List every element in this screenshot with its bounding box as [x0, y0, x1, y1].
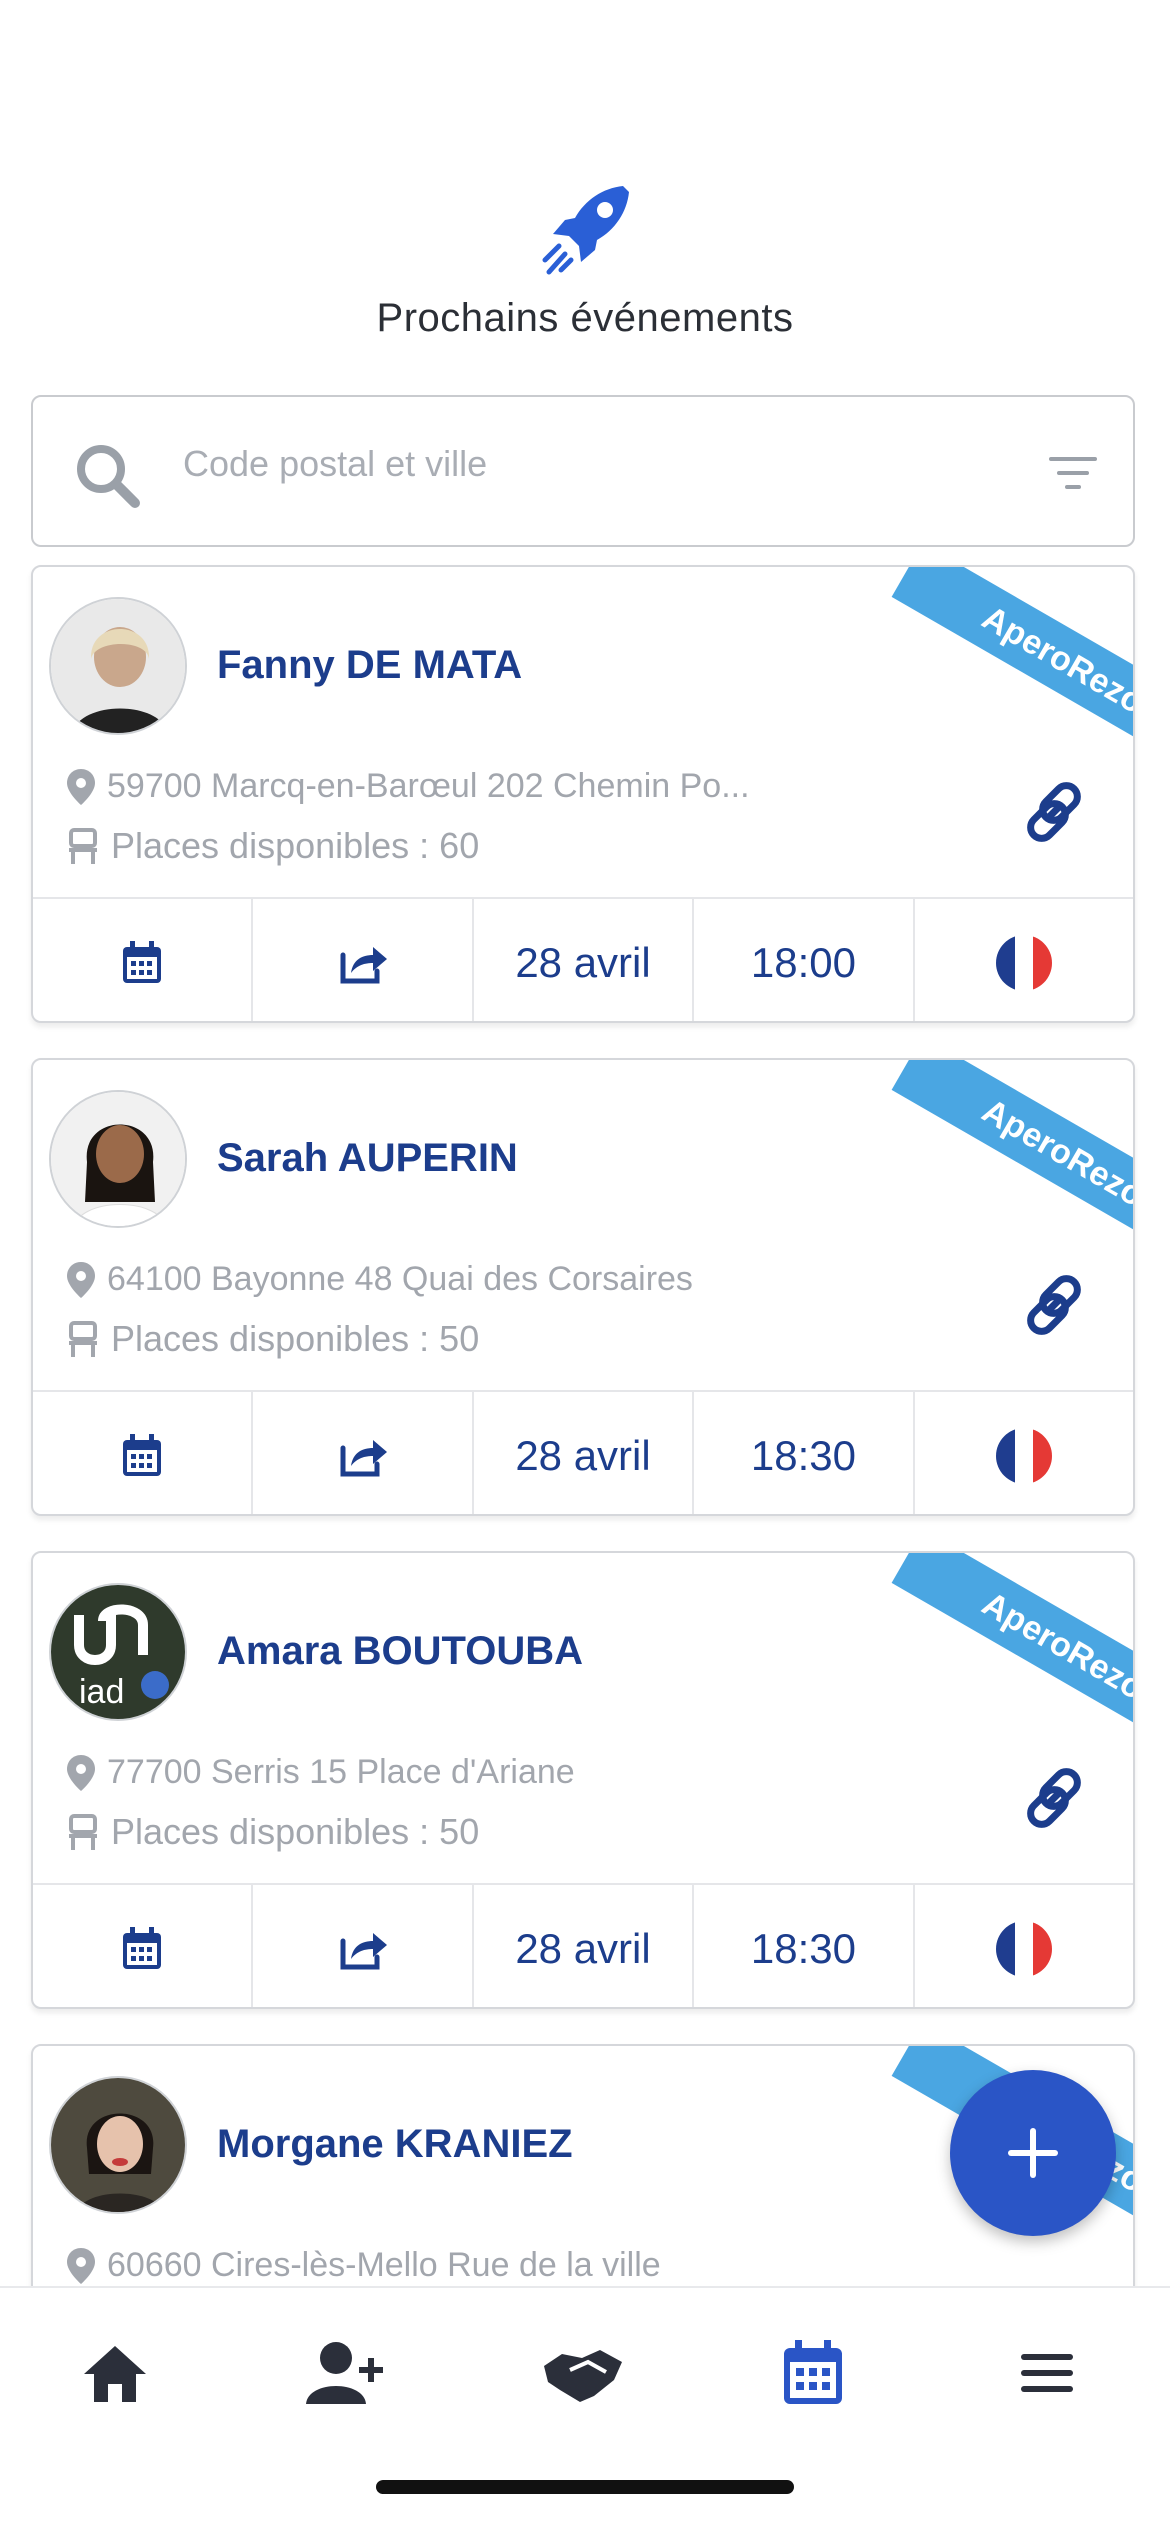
rocket-icon: [542, 186, 629, 275]
event-actions: 28 avril 18:30: [33, 1390, 1133, 1514]
event-address: 64100 Bayonne 48 Quai des Corsaires: [67, 1260, 693, 1299]
location-pin-icon: [67, 2247, 95, 2284]
link-icon[interactable]: [1019, 777, 1089, 847]
calendar-icon: [123, 941, 162, 983]
event-card[interactable]: iad Amara BOUTOUBA AperoRezo 77700 Serri…: [31, 1551, 1135, 2009]
event-time: 18:30: [694, 1885, 915, 2007]
places-available: Places disponibles : 60: [67, 825, 479, 867]
france-flag-icon: [995, 1428, 1052, 1484]
event-date: 28 avril: [474, 899, 695, 1021]
home-indicator: [376, 2480, 794, 2494]
event-address: 59700 Marcq-en-Barœul 202 Chemin Po...: [67, 767, 750, 806]
tab-menu[interactable]: [1002, 2328, 1092, 2418]
event-time: 18:00: [694, 899, 915, 1021]
page-title: Prochains événements: [376, 296, 794, 340]
tab-add-user[interactable]: [302, 2328, 392, 2418]
svg-text:iad: iad: [79, 1673, 124, 1711]
language-flag: [915, 1392, 1133, 1514]
address-text: 77700 Serris 15 Place d'Ariane: [107, 1753, 575, 1791]
share-icon: [340, 1440, 387, 1477]
places-available: Places disponibles : 50: [67, 1318, 479, 1360]
avatar: [49, 597, 187, 735]
organizer-name[interactable]: Sarah AUPERIN: [217, 1136, 518, 1181]
share-icon: [340, 947, 387, 984]
link-icon[interactable]: [1019, 1763, 1089, 1833]
event-actions: 28 avril 18:00: [33, 897, 1133, 1021]
chair-icon: [69, 1814, 97, 1850]
address-text: 60660 Cires-lès-Mello Rue de la ville: [107, 2246, 661, 2284]
search-input[interactable]: Code postal et ville: [183, 443, 487, 485]
france-flag-icon: [995, 935, 1052, 991]
event-actions: 28 avril 18:30: [33, 1883, 1133, 2007]
calendar-icon: [123, 1434, 162, 1476]
ribbon: AperoRezo: [813, 1553, 1133, 1753]
link-icon[interactable]: [1019, 1270, 1089, 1340]
organizer-name[interactable]: Fanny DE MATA: [217, 643, 522, 688]
location-pin-icon: [67, 1261, 95, 1298]
location-pin-icon: [67, 1754, 95, 1791]
home-icon: [84, 2346, 146, 2402]
calendar-button[interactable]: [33, 899, 254, 1021]
location-pin-icon: [67, 768, 95, 805]
event-card[interactable]: Fanny DE MATA AperoRezo 59700 Marcq-en-B…: [31, 565, 1135, 1023]
avatar: [49, 2076, 187, 2214]
language-flag: [915, 899, 1133, 1021]
add-user-icon: [306, 2342, 383, 2404]
ribbon: AperoRezo: [813, 1060, 1133, 1260]
event-card[interactable]: Sarah AUPERIN AperoRezo 64100 Bayonne 48…: [31, 1058, 1135, 1516]
chair-icon: [69, 828, 97, 864]
search-icon: [77, 445, 140, 508]
tab-bar: [0, 2286, 1170, 2534]
search-bar[interactable]: Code postal et ville: [31, 395, 1135, 547]
address-text: 59700 Marcq-en-Barœul 202 Chemin Po...: [107, 767, 750, 805]
france-flag-icon: [995, 1921, 1052, 1977]
event-address: 60660 Cires-lès-Mello Rue de la ville: [67, 2246, 661, 2285]
calendar-icon: [123, 1927, 162, 1969]
event-date: 28 avril: [474, 1392, 695, 1514]
address-text: 64100 Bayonne 48 Quai des Corsaires: [107, 1260, 693, 1298]
ribbon: AperoRezo: [813, 567, 1133, 767]
share-button[interactable]: [253, 1885, 474, 2007]
chair-icon: [69, 1321, 97, 1357]
language-flag: [915, 1885, 1133, 2007]
avatar: iad: [49, 1583, 187, 1721]
tab-calendar[interactable]: [768, 2328, 858, 2418]
share-button[interactable]: [253, 1392, 474, 1514]
header: Prochains événements: [0, 0, 1170, 380]
places-text: Places disponibles : 60: [111, 825, 480, 866]
share-button[interactable]: [253, 899, 474, 1021]
places-available: Places disponibles : 50: [67, 1811, 479, 1853]
tab-home[interactable]: [70, 2328, 160, 2418]
add-event-button[interactable]: [950, 2070, 1116, 2236]
avatar: [49, 1090, 187, 1228]
handshake-icon: [544, 2350, 622, 2402]
calendar-icon: [784, 2340, 842, 2404]
filter-icon[interactable]: [1047, 451, 1099, 495]
organizer-name[interactable]: Morgane KRANIEZ: [217, 2122, 573, 2167]
organizer-name[interactable]: Amara BOUTOUBA: [217, 1629, 583, 1674]
event-date: 28 avril: [474, 1885, 695, 2007]
calendar-button[interactable]: [33, 1392, 254, 1514]
event-address: 77700 Serris 15 Place d'Ariane: [67, 1753, 575, 1792]
places-text: Places disponibles : 50: [111, 1811, 480, 1852]
share-icon: [340, 1933, 387, 1970]
calendar-button[interactable]: [33, 1885, 254, 2007]
places-text: Places disponibles : 50: [111, 1318, 480, 1359]
menu-icon: [1021, 2354, 1073, 2392]
tab-handshake[interactable]: [538, 2328, 628, 2418]
plus-icon: [1008, 2128, 1058, 2178]
event-time: 18:30: [694, 1392, 915, 1514]
